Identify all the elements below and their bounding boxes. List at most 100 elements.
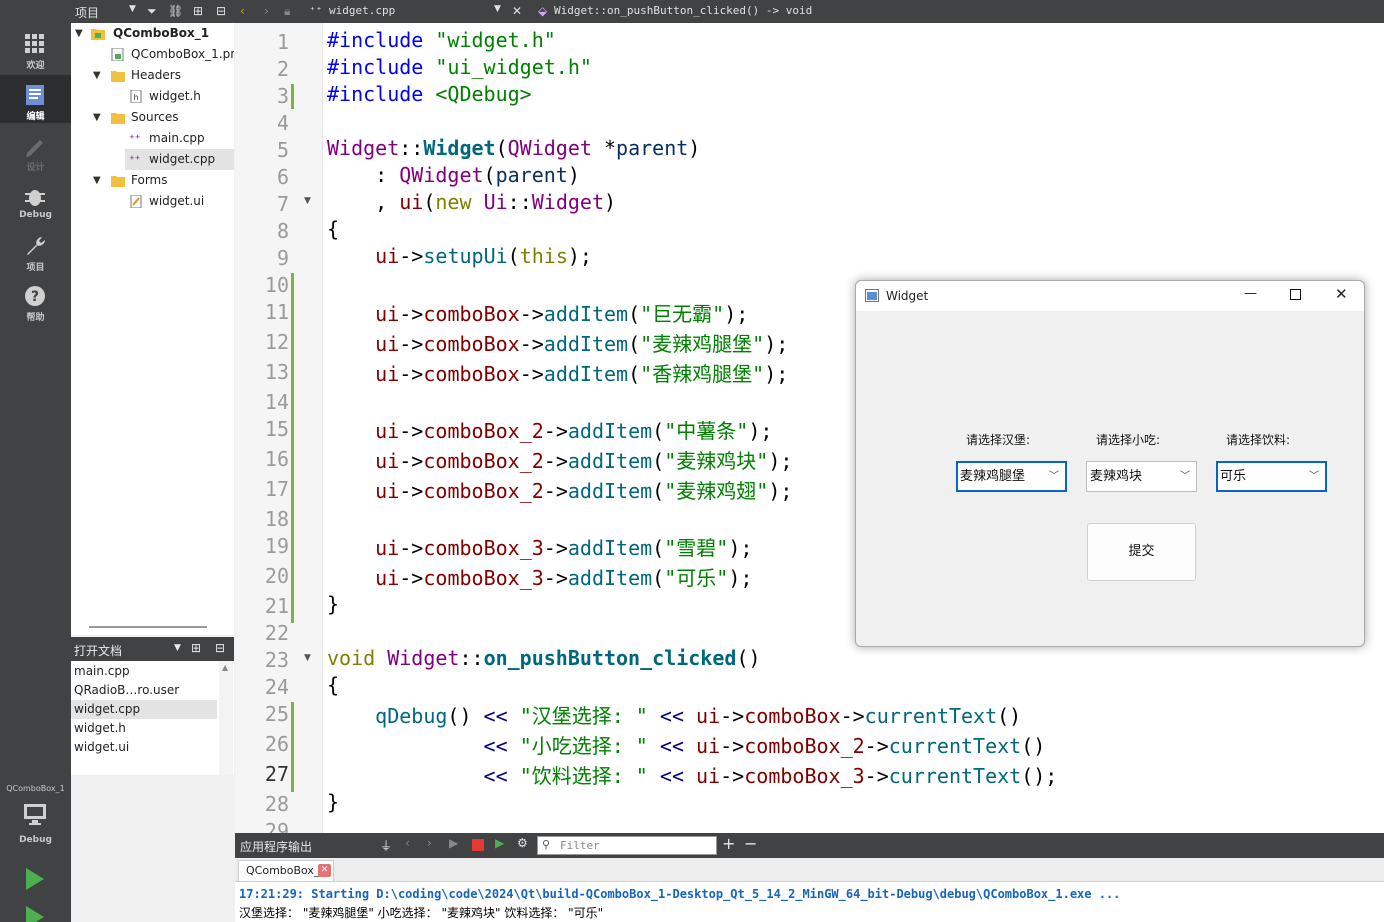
project-folder-icon <box>91 29 105 40</box>
mode-edit[interactable]: 编辑 <box>0 75 71 123</box>
tree-source-widget[interactable]: ⁺⁺ widget.cpp <box>125 149 234 170</box>
expand-arrow-icon[interactable]: ▼ <box>93 170 103 191</box>
tree-header-file-label: widget.h <box>149 89 201 103</box>
code-line: ui->comboBox_3->addItem("可乐"); <box>375 566 753 590</box>
snack-combobox[interactable]: 麦辣鸡块 ﹀ <box>1086 461 1197 492</box>
symbol-selector[interactable]: Widget::on_pushButton_clicked() -> void <box>554 4 812 17</box>
mode-debug[interactable]: Debug <box>0 176 71 224</box>
debug-run-icon[interactable] <box>22 904 48 922</box>
tree-sources[interactable]: ▼ Sources <box>71 107 234 128</box>
close-file-icon[interactable]: ✕ <box>512 4 522 18</box>
open-doc-item[interactable]: widget.ui <box>71 738 217 757</box>
code-line: Widget::Widget(QWidget *parent) <box>327 136 701 160</box>
filter-input[interactable]: ⚲ Filter <box>537 836 717 855</box>
tree-scrollbar[interactable] <box>89 626 207 628</box>
chevron-down-icon[interactable]: ▼ <box>129 4 136 14</box>
next-icon[interactable]: › <box>427 836 432 850</box>
tree-forms[interactable]: ▼ Forms <box>71 170 234 191</box>
folder-icon <box>111 113 125 124</box>
line-number: 6 <box>276 165 289 189</box>
tree-source-main[interactable]: ⁺⁺ main.cpp <box>71 128 234 149</box>
line-number: 8 <box>276 219 289 243</box>
wrench-icon <box>27 237 45 255</box>
code-line: ui->setupUi(this); <box>375 244 592 268</box>
line-number: 16 <box>264 447 289 471</box>
open-docs-scrollbar[interactable]: ▲ <box>219 661 233 775</box>
expand-arrow-icon[interactable]: ▼ <box>75 23 85 44</box>
fold-arrow-icon[interactable]: ▼ <box>304 653 311 663</box>
output-console[interactable]: 17:21:29: Starting D:\coding\code\2024\Q… <box>235 882 1384 922</box>
code-line: ui->comboBox->addItem("巨无霸"); <box>375 302 749 326</box>
tree-pro-file-label: QComboBox_1.pro <box>131 47 234 61</box>
window-titlebar[interactable]: Widget — ✕ <box>856 281 1364 311</box>
line-number: 28 <box>264 792 289 816</box>
prev-icon[interactable]: ‹ <box>405 836 410 850</box>
tree-pro-file[interactable]: QComboBox_1.pro <box>71 44 234 65</box>
open-doc-item[interactable]: widget.h <box>71 719 217 738</box>
code-line: ui->comboBox_2->addItem("麦辣鸡块"); <box>375 449 793 473</box>
tree-project[interactable]: ▼ QComboBox_1 <box>71 23 234 44</box>
bug-icon <box>25 190 45 206</box>
mode-design[interactable]: 设计 <box>0 126 71 174</box>
line-number: 21 <box>264 594 289 618</box>
back-icon[interactable]: ‹ <box>240 4 245 18</box>
close-tab-icon[interactable]: ✕ <box>318 864 331 877</box>
submit-button[interactable]: 提交 <box>1087 523 1196 581</box>
close-pane-icon[interactable]: ⊟ <box>216 4 226 18</box>
stop-icon[interactable] <box>472 839 484 851</box>
forward-icon[interactable]: › <box>264 4 269 18</box>
burger-combobox[interactable]: 麦辣鸡腿堡 ﹀ <box>956 461 1067 492</box>
chevron-down-icon[interactable]: ▼ <box>174 643 181 653</box>
code-line: #include <QDebug> <box>327 82 532 106</box>
scroll-up-icon[interactable]: ▲ <box>222 663 228 672</box>
minimize-icon[interactable]: — <box>1244 286 1257 301</box>
open-doc-item[interactable]: QRadioB…ro.user <box>71 681 217 700</box>
change-marker <box>291 702 294 792</box>
file-dropdown-icon[interactable]: ▼ <box>494 4 501 14</box>
filter-icon[interactable]: ⏷ <box>147 4 157 19</box>
line-number: 9 <box>276 246 289 270</box>
line-number: 10 <box>264 273 289 297</box>
split-icon[interactable]: ⊞ <box>191 641 201 655</box>
close-icon[interactable]: ✕ <box>1335 285 1348 303</box>
code-line: #include "ui_widget.h" <box>327 55 592 79</box>
fold-arrow-icon[interactable]: ▼ <box>304 196 311 206</box>
pencil-icon <box>26 140 43 157</box>
tree-header-file[interactable]: h widget.h <box>71 86 234 107</box>
expand-arrow-icon[interactable]: ▼ <box>93 107 103 128</box>
output-tab[interactable]: QComboBox_1 ✕ <box>238 860 334 881</box>
expand-arrow-icon[interactable]: ▼ <box>93 65 103 86</box>
line-number: 20 <box>264 564 289 588</box>
line-number: 2 <box>276 57 289 81</box>
maximize-icon[interactable] <box>1290 289 1301 300</box>
link-icon[interactable]: ⛓ <box>168 4 183 18</box>
attach-icon[interactable]: ⏚ <box>380 837 392 854</box>
window-title: Widget <box>886 289 929 303</box>
gear-icon[interactable]: ⚙ <box>517 836 528 850</box>
run-icon[interactable] <box>22 866 48 892</box>
tree-source-widget-label: widget.cpp <box>149 152 216 166</box>
mode-projects[interactable]: 项目 <box>0 226 71 274</box>
split-icon[interactable]: ⊞ <box>193 4 203 18</box>
output-title: 应用程序输出 <box>240 840 313 854</box>
open-file-name[interactable]: widget.cpp <box>329 4 395 17</box>
kit-build-mode: Debug <box>19 835 52 845</box>
debug-attach-icon[interactable]: ▶ <box>495 836 504 850</box>
open-doc-item[interactable]: main.cpp <box>71 662 217 681</box>
drink-label: 请选择饮料: <box>1226 433 1291 447</box>
project-view-label[interactable]: 项目 <box>75 4 99 21</box>
line-number: 19 <box>264 534 289 558</box>
mode-welcome[interactable]: 欢迎 <box>0 24 71 72</box>
mode-help[interactable]: ? 帮助 <box>0 276 71 324</box>
zoom-in-icon[interactable]: + <box>722 834 735 853</box>
kit-selector[interactable]: QComboBox_1 Debug <box>0 778 71 848</box>
open-doc-item[interactable]: widget.cpp <box>71 700 217 719</box>
rerun-icon[interactable]: ▶ <box>449 836 458 850</box>
cpp-file-icon: ⁺⁺ <box>309 4 323 17</box>
mode-label: 项目 <box>26 263 45 273</box>
tree-form-file[interactable]: widget.ui <box>71 191 234 212</box>
zoom-out-icon[interactable]: − <box>744 834 757 853</box>
close-pane-icon[interactable]: ⊟ <box>215 641 225 655</box>
tree-headers[interactable]: ▼ Headers <box>71 65 234 86</box>
drink-combobox[interactable]: 可乐 ﹀ <box>1216 461 1327 492</box>
